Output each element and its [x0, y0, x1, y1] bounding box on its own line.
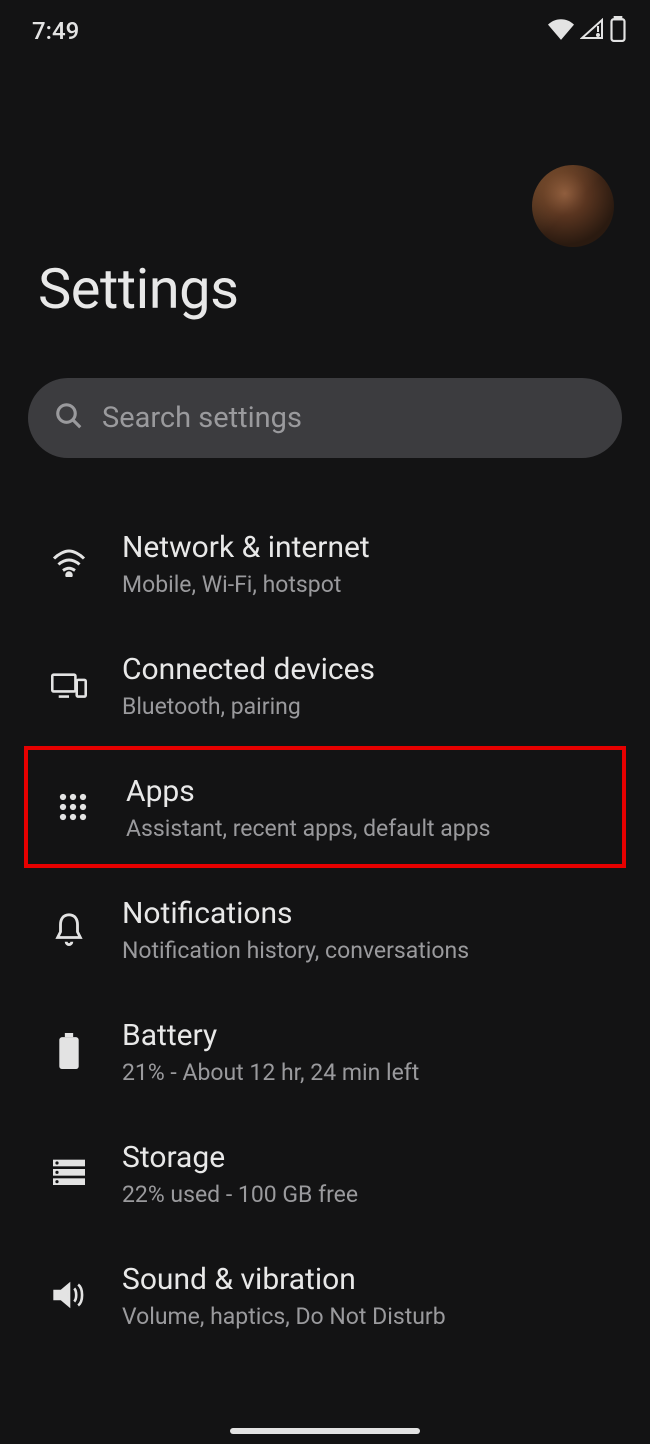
- search-bar[interactable]: Search settings: [28, 378, 622, 458]
- setting-item-sound[interactable]: Sound & vibration Volume, haptics, Do No…: [0, 1234, 650, 1356]
- setting-subtitle: Notification history, conversations: [122, 937, 612, 964]
- wifi-icon: [50, 544, 88, 582]
- devices-icon: [50, 666, 88, 704]
- notifications-icon: [50, 910, 88, 948]
- setting-content: Network & internet Mobile, Wi-Fi, hotspo…: [122, 528, 612, 598]
- profile-avatar[interactable]: [532, 165, 614, 247]
- page-title: Settings: [0, 256, 650, 322]
- setting-title: Network & internet: [122, 528, 612, 567]
- setting-content: Battery 21% - About 12 hr, 24 min left: [122, 1016, 612, 1086]
- setting-content: Notifications Notification history, conv…: [122, 894, 612, 964]
- setting-title: Battery: [122, 1016, 612, 1055]
- setting-item-battery[interactable]: Battery 21% - About 12 hr, 24 min left: [0, 990, 650, 1112]
- signal-status-icon: [580, 18, 604, 44]
- setting-item-storage[interactable]: Storage 22% used - 100 GB free: [0, 1112, 650, 1234]
- setting-item-network[interactable]: Network & internet Mobile, Wi-Fi, hotspo…: [0, 502, 650, 624]
- setting-subtitle: Mobile, Wi-Fi, hotspot: [122, 571, 612, 598]
- status-bar: 7:49: [0, 0, 650, 56]
- settings-list: Network & internet Mobile, Wi-Fi, hotspo…: [0, 502, 650, 1356]
- setting-item-connected-devices[interactable]: Connected devices Bluetooth, pairing: [0, 624, 650, 746]
- status-icons: [548, 16, 626, 46]
- search-icon: [54, 401, 84, 435]
- storage-icon: [50, 1154, 88, 1192]
- setting-subtitle: Bluetooth, pairing: [122, 693, 612, 720]
- status-time: 7:49: [32, 17, 79, 45]
- setting-content: Connected devices Bluetooth, pairing: [122, 650, 612, 720]
- search-placeholder: Search settings: [102, 401, 302, 435]
- apps-icon: [54, 788, 92, 826]
- setting-subtitle: 21% - About 12 hr, 24 min left: [122, 1059, 612, 1086]
- wifi-status-icon: [548, 18, 574, 44]
- setting-title: Connected devices: [122, 650, 612, 689]
- setting-subtitle: 22% used - 100 GB free: [122, 1181, 612, 1208]
- setting-item-apps[interactable]: Apps Assistant, recent apps, default app…: [24, 746, 626, 868]
- setting-content: Apps Assistant, recent apps, default app…: [126, 772, 608, 842]
- nav-handle[interactable]: [230, 1428, 420, 1434]
- setting-content: Sound & vibration Volume, haptics, Do No…: [122, 1260, 612, 1330]
- setting-title: Storage: [122, 1138, 612, 1177]
- setting-item-notifications[interactable]: Notifications Notification history, conv…: [0, 868, 650, 990]
- setting-title: Sound & vibration: [122, 1260, 612, 1299]
- setting-content: Storage 22% used - 100 GB free: [122, 1138, 612, 1208]
- sound-icon: [50, 1276, 88, 1314]
- setting-title: Apps: [126, 772, 608, 811]
- battery-icon: [50, 1032, 88, 1070]
- setting-subtitle: Assistant, recent apps, default apps: [126, 815, 608, 842]
- setting-title: Notifications: [122, 894, 612, 933]
- setting-subtitle: Volume, haptics, Do Not Disturb: [122, 1303, 612, 1330]
- battery-status-icon: [610, 16, 626, 46]
